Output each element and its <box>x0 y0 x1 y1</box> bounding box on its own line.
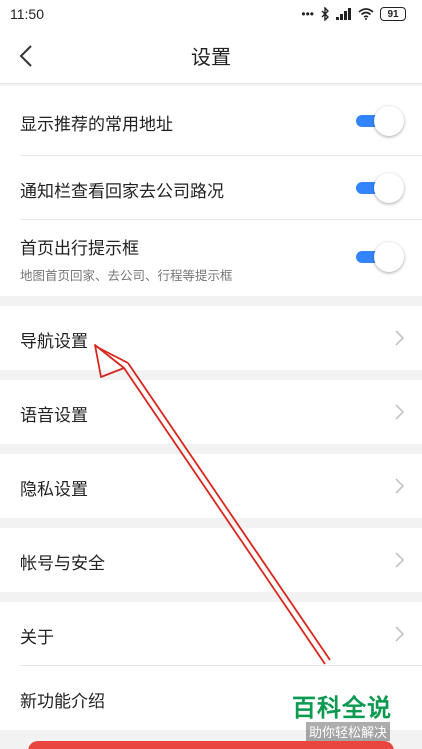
annotation-arrow-icon <box>94 344 331 665</box>
watermark-title: 百科全说 <box>292 694 392 722</box>
watermark-logo: 百科全说 助你轻松解决 <box>292 688 412 744</box>
watermark-subtitle: 助你轻松解决 <box>306 722 391 741</box>
